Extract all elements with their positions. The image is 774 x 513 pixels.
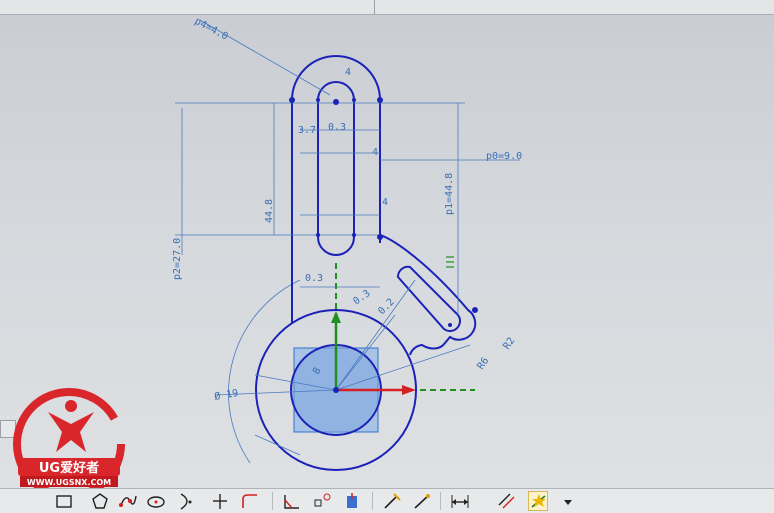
top-border-bar bbox=[0, 0, 774, 15]
dimension-4-c[interactable]: 4 bbox=[345, 67, 351, 78]
dimension-p1[interactable]: p1=44.8 bbox=[444, 173, 455, 215]
auto-constraint-icon[interactable] bbox=[528, 491, 548, 511]
logo-figure bbox=[48, 412, 94, 452]
dimension-length[interactable]: 44.8 bbox=[264, 199, 275, 223]
ellipse-tool-icon[interactable] bbox=[146, 491, 166, 511]
dimension-p0[interactable]: p0=9.0 bbox=[486, 151, 522, 162]
dimension-r6[interactable]: R6 bbox=[475, 356, 491, 372]
inner-slot[interactable] bbox=[317, 81, 355, 256]
polygon-tool-icon[interactable] bbox=[90, 491, 110, 511]
dimension-0-3-c[interactable]: 0.3 bbox=[351, 288, 372, 307]
dimension-0-3-a[interactable]: 0.3 bbox=[328, 122, 346, 133]
dimension-diameter-19[interactable]: Ø 19 bbox=[213, 387, 239, 403]
toolbar-separator bbox=[440, 492, 441, 510]
constraint-points-icon[interactable] bbox=[312, 491, 332, 511]
constraint-symbols bbox=[446, 256, 454, 268]
offset-curve-icon[interactable] bbox=[342, 491, 362, 511]
lever-arm[interactable] bbox=[379, 234, 477, 356]
arm-slot[interactable] bbox=[396, 265, 461, 332]
dimension-p4[interactable]: p4=4.0 bbox=[193, 16, 230, 43]
chevron-down-icon[interactable] bbox=[558, 491, 578, 511]
y-axis-arrow bbox=[331, 311, 341, 323]
logo-url-text: WWW.UGSNX.COM bbox=[27, 478, 111, 487]
rectangle-tool-icon[interactable] bbox=[54, 491, 74, 511]
chamfer-tool-icon[interactable] bbox=[282, 491, 302, 511]
quick-extend-icon[interactable] bbox=[412, 491, 432, 511]
logo-brand-text: UG爱好者 bbox=[39, 460, 99, 476]
fillet-tool-icon[interactable] bbox=[240, 491, 260, 511]
sketch-toolbar bbox=[0, 488, 774, 513]
toolbar-separator bbox=[372, 492, 373, 510]
toolbar-separator bbox=[272, 492, 273, 510]
point-tool-icon[interactable] bbox=[210, 491, 230, 511]
ugsnx-logo: UG爱好者 WWW.UGSNX.COM bbox=[8, 388, 130, 502]
dimension-4-b[interactable]: 4 bbox=[382, 197, 388, 208]
dimension-p2[interactable]: p2=27.0 bbox=[172, 238, 183, 280]
dimension-r2[interactable]: R2 bbox=[501, 336, 517, 352]
dimension-4-a[interactable]: 4 bbox=[372, 147, 378, 158]
x-axis-arrow bbox=[402, 385, 416, 395]
topbar-separator bbox=[374, 0, 375, 14]
studio-spline-icon[interactable] bbox=[118, 491, 138, 511]
conic-tool-icon[interactable] bbox=[176, 491, 196, 511]
reference-arc bbox=[228, 279, 301, 464]
quick-trim-icon[interactable] bbox=[382, 491, 402, 511]
dimension-3-7[interactable]: 3.7 bbox=[298, 125, 316, 136]
rapid-dimension-icon[interactable] bbox=[450, 491, 470, 511]
geometric-constraint-icon[interactable] bbox=[496, 491, 516, 511]
dimension-0-2[interactable]: 0.2 bbox=[376, 297, 397, 318]
dimension-0-3-b[interactable]: 0.3 bbox=[305, 273, 323, 284]
